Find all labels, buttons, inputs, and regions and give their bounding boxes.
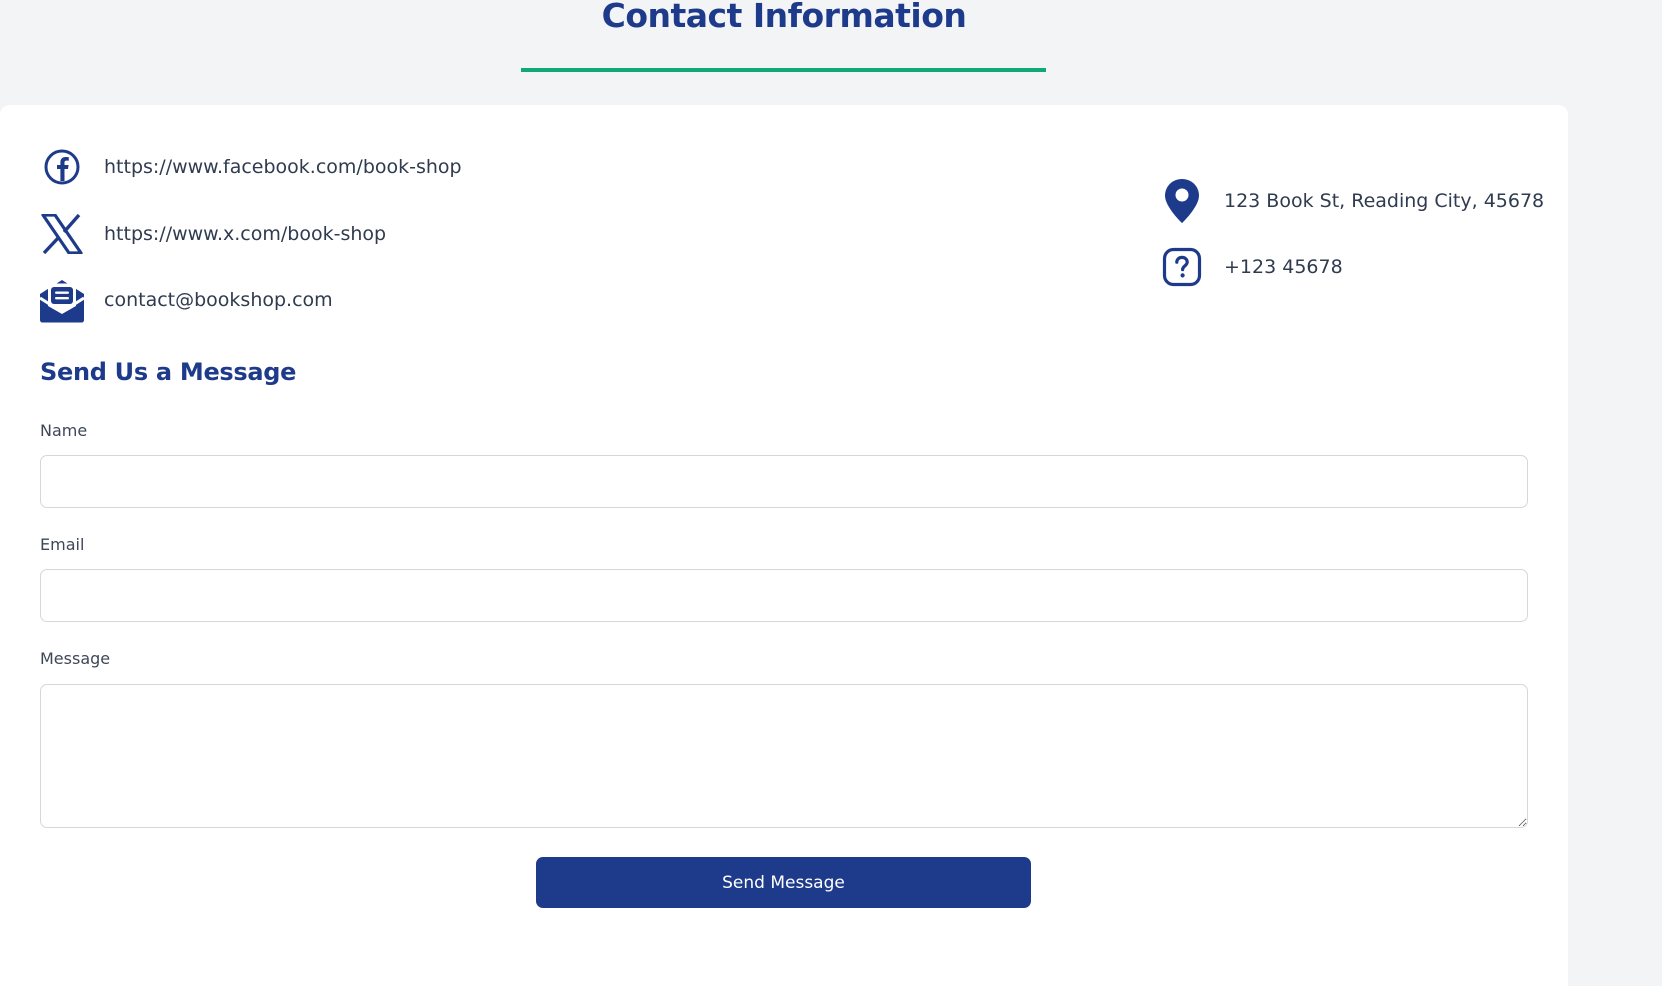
email-link[interactable]: contact@bookshop.com — [104, 289, 333, 311]
send-message-button[interactable]: Send Message — [536, 857, 1031, 908]
contact-phone[interactable]: +123 45678 — [1158, 243, 1343, 291]
contact-x[interactable]: https://www.x.com/book-shop — [38, 210, 386, 258]
address-text: 123 Book St, Reading City, 45678 — [1224, 190, 1545, 212]
message-label: Message — [40, 649, 111, 668]
x-icon — [38, 210, 86, 258]
name-input[interactable] — [40, 455, 1528, 508]
message-textarea[interactable] — [40, 684, 1528, 828]
email-input[interactable] — [40, 569, 1528, 622]
page-title: Contact Information — [601, 0, 967, 35]
phone-text[interactable]: +123 45678 — [1224, 256, 1343, 278]
mail-icon — [38, 276, 86, 324]
contact-card: https://www.facebook.com/book-shop https… — [0, 105, 1568, 986]
location-pin-icon — [1158, 177, 1206, 225]
contact-address: 123 Book St, Reading City, 45678 — [1158, 177, 1544, 225]
x-link[interactable]: https://www.x.com/book-shop — [104, 223, 386, 245]
contact-email[interactable]: contact@bookshop.com — [38, 276, 333, 324]
title-underline — [521, 68, 1046, 72]
facebook-link[interactable]: https://www.facebook.com/book-shop — [104, 156, 462, 178]
facebook-icon — [38, 143, 86, 191]
contact-facebook[interactable]: https://www.facebook.com/book-shop — [38, 143, 462, 191]
name-label: Name — [40, 421, 88, 440]
question-icon — [1158, 243, 1206, 291]
email-label: Email — [40, 535, 85, 554]
page-header: Contact Information — [0, 0, 1568, 106]
form-title: Send Us a Message — [40, 358, 297, 386]
